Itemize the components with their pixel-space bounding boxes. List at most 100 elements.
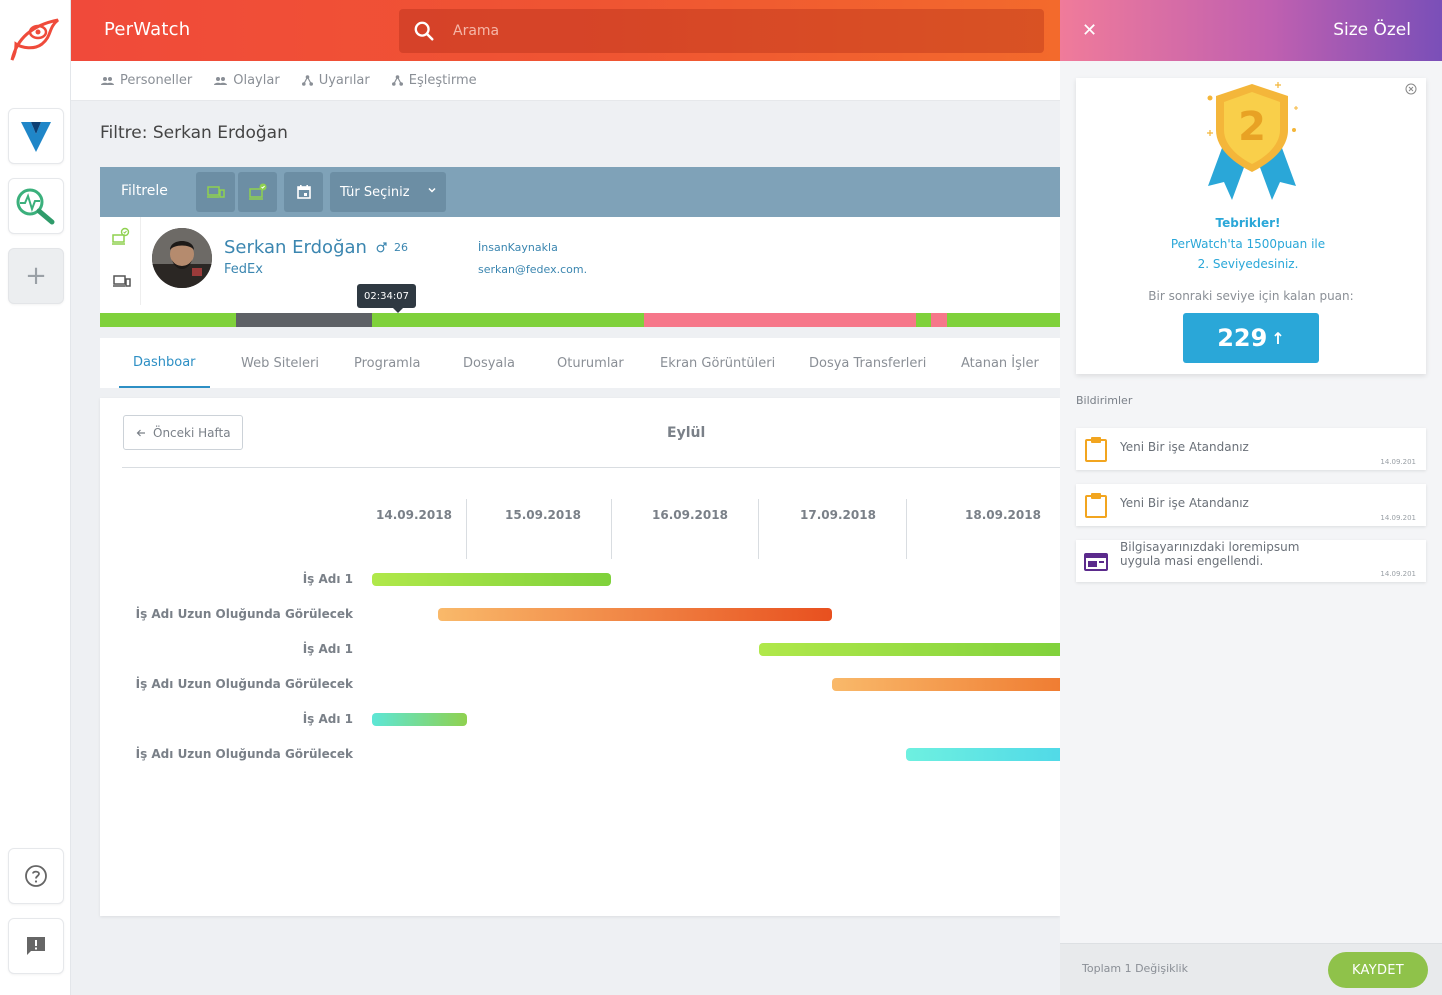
task-bar-orange[interactable] [438, 608, 832, 621]
profile-name: Serkan Erdoğan [224, 237, 367, 258]
tab-dosyalar[interactable]: Dosyala [463, 338, 515, 388]
search-box[interactable] [399, 9, 1044, 53]
profile-email[interactable]: serkan@fedex.com. [478, 263, 587, 276]
date-column-5: 18.09.2018 [965, 508, 1041, 522]
dashboard-card: Önceki Hafta Eylül 14.09.2018 15.09.2018… [100, 398, 1060, 916]
right-panel-footer: Toplam 1 Değişiklik KAYDET [1060, 943, 1442, 995]
tab-web-siteleri[interactable]: Web Siteleri [241, 338, 319, 388]
tab-programlar[interactable]: Programla [354, 338, 420, 388]
date-column-3: 16.09.2018 [652, 508, 728, 522]
left-rail: + [0, 0, 71, 995]
remaining-points-badge: 229 ↑ [1183, 313, 1319, 363]
date-separator [466, 499, 467, 559]
task-bar-orange[interactable] [832, 678, 1060, 691]
notification-date: 14.09.201 [1380, 570, 1416, 578]
task-bar-green[interactable] [759, 643, 1060, 656]
device-filter-button[interactable] [196, 172, 235, 212]
date-filter-button[interactable] [284, 172, 323, 212]
notification-text: Yeni Bir işe Atandanız [1120, 440, 1249, 454]
fork-icon [391, 75, 403, 86]
medal-icon: 2 [1207, 82, 1298, 200]
task-label: İş Adı Uzun Oluğunda Görülecek [135, 607, 353, 621]
task-bar-cyan[interactable] [906, 748, 1060, 761]
verified-device-icon [248, 183, 266, 200]
avatar[interactable] [152, 228, 212, 288]
sub-navigation: Personeller Olaylar Uyarılar Eşleştirme [71, 61, 1060, 101]
clipboard-icon [1085, 493, 1107, 518]
filter-bar: Filtrele Tür Seçiniz [100, 167, 1060, 217]
notification-text: Yeni Bir işe Atandanız [1120, 496, 1249, 510]
date-separator [611, 499, 612, 559]
app-v-button[interactable] [8, 108, 64, 164]
brand-title: PerWatch [104, 19, 191, 40]
close-icon[interactable]: ✕ [1082, 20, 1097, 41]
nav-personeller[interactable]: Personeller [101, 73, 192, 88]
profile-age: 26 [376, 241, 408, 254]
profile-company: FedEx [224, 262, 263, 277]
tabs-bar: Dashboar Web Siteleri Programla Dosyala … [100, 338, 1060, 388]
save-button[interactable]: KAYDET [1328, 952, 1428, 988]
remaining-points-value: 229 [1217, 324, 1268, 352]
tab-oturumlar[interactable]: Oturumlar [557, 338, 624, 388]
notifications-title: Bildirimler [1076, 394, 1133, 407]
task-label: İş Adı Uzun Oluğunda Görülecek [135, 677, 353, 691]
date-column-1: 14.09.2018 [376, 508, 452, 522]
nav-uyarilar-label: Uyarılar [318, 73, 370, 88]
filter-label: Filtrele [121, 183, 168, 199]
level-line: 2. Seviyedesiniz. [1197, 257, 1299, 271]
date-separator [906, 499, 907, 559]
nav-uyarilar[interactable]: Uyarılar [301, 73, 370, 88]
award-card: 2 Tebrikler! PerWatch'ta 1500puan ile 2.… [1076, 78, 1426, 374]
right-panel-header: ✕ Size Özel [1060, 0, 1442, 61]
people-icon [101, 76, 114, 85]
notification-item[interactable]: Yeni Bir işe Atandanız 14.09.201 [1076, 428, 1426, 470]
previous-week-button[interactable]: Önceki Hafta [123, 415, 243, 450]
notification-date: 14.09.201 [1380, 458, 1416, 466]
feedback-button[interactable] [8, 918, 64, 974]
change-count: Toplam 1 Değişiklik [1082, 962, 1188, 975]
medal-level: 2 [1238, 104, 1266, 150]
activity-timeline[interactable] [100, 313, 1060, 327]
perwatch-logo[interactable] [8, 14, 64, 64]
top-header: PerWatch [71, 0, 1060, 61]
tab-atanan-isler[interactable]: Atanan İşler [961, 338, 1039, 388]
task-bar-green[interactable] [372, 573, 611, 586]
arrow-up-icon: ↑ [1271, 328, 1285, 348]
plus-icon: + [25, 261, 47, 291]
user-photo [152, 228, 212, 288]
points-line: PerWatch'ta 1500puan ile [1170, 237, 1326, 251]
devices-icon [113, 275, 131, 287]
help-button[interactable] [8, 848, 64, 904]
next-level-label: Bir sonraki seviye için kalan puan: [1148, 289, 1354, 303]
tab-ekran-goruntuleri[interactable]: Ekran Görüntüleri [660, 338, 775, 388]
date-column-4: 17.09.2018 [800, 508, 876, 522]
profile-device-column [100, 217, 141, 305]
people-icon [214, 76, 228, 85]
notification-item[interactable]: Yeni Bir işe Atandanız 14.09.201 [1076, 484, 1426, 526]
type-select[interactable]: Tür Seçiniz [330, 172, 446, 212]
app-monitor-button[interactable] [8, 178, 64, 234]
verified-device-filter-button[interactable] [238, 172, 277, 212]
magnifier-pulse-icon [16, 188, 55, 225]
notification-item[interactable]: Bilgisayarınızdaki loremipsum uygula mas… [1076, 540, 1426, 582]
devices-icon [206, 186, 225, 198]
search-icon [414, 21, 434, 41]
chevron-down-icon [428, 187, 436, 193]
notification-date: 14.09.201 [1380, 514, 1416, 522]
close-circle-icon[interactable] [1405, 83, 1417, 95]
nav-eslestirme[interactable]: Eşleştirme [391, 73, 477, 88]
tab-dosya-transferleri[interactable]: Dosya Transferleri [809, 338, 926, 388]
header-divider [122, 467, 1060, 468]
search-input[interactable] [453, 23, 953, 39]
timeline-tooltip: 02:34:07 [357, 284, 416, 313]
profile-age-value: 26 [394, 241, 408, 254]
blocked-window-icon [1084, 553, 1108, 571]
date-separator [758, 499, 759, 559]
notification-text: Bilgisayarınızdaki loremipsum uygula mas… [1120, 540, 1300, 568]
v-logo-icon [21, 122, 51, 152]
tab-dashboard[interactable]: Dashboar [119, 338, 210, 388]
nav-olaylar[interactable]: Olaylar [214, 73, 280, 88]
nav-personeller-label: Personeller [120, 73, 193, 88]
add-app-button[interactable]: + [8, 248, 64, 304]
task-bar-teal[interactable] [372, 713, 467, 726]
